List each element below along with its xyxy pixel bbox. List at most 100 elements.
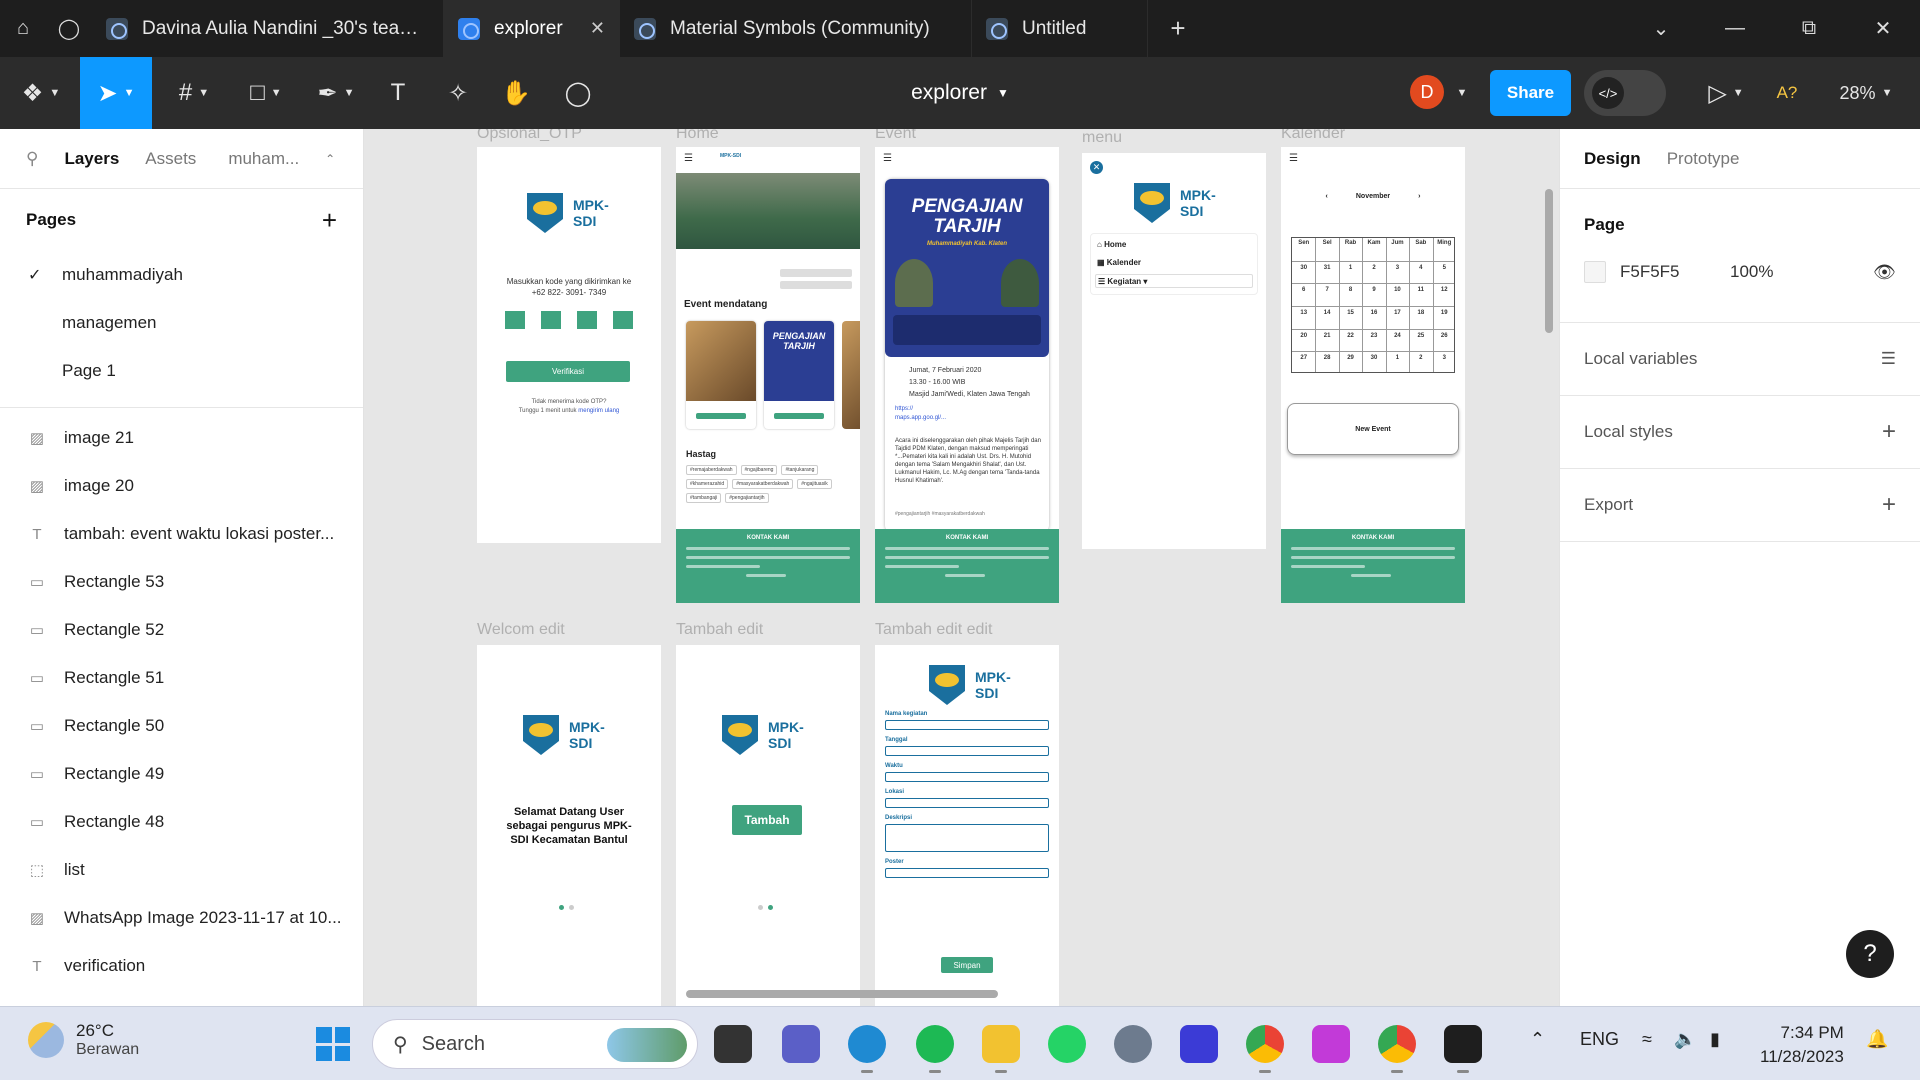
minimize-icon[interactable]: — [1698,0,1772,57]
form-input[interactable] [885,720,1049,730]
calendar-day[interactable]: 27 [1292,355,1315,361]
chrome-profile-icon[interactable] [1378,1025,1416,1073]
calendar-day[interactable]: 25 [1409,333,1432,339]
present-icon[interactable]: ▷ ▼ [1696,57,1756,129]
frame-otp[interactable]: MPK- SDI Masukkan kode yang dikirimkan k… [477,147,661,543]
tab-untitled[interactable]: Untitled [972,0,1148,57]
hashtag-chip[interactable]: #remajaberdakwah [686,465,737,475]
frame-label-otp[interactable]: Opsional_OTP [477,129,582,143]
close-window-icon[interactable]: ✕ [1846,0,1920,57]
frame-event[interactable]: ☰ PENGAJIAN TARJIH Muhammadiyah Kab. Kla… [875,147,1059,603]
accessibility-check[interactable]: A? [1768,57,1806,129]
tab-design[interactable]: Design [1584,149,1641,169]
hamburger-icon[interactable]: ☰ [684,153,693,164]
calendar-day[interactable]: 19 [1433,310,1456,316]
avatar[interactable]: D [1410,75,1444,109]
add-page-icon[interactable]: + [322,205,337,236]
hashtag-chip[interactable]: #pengajiantarjih [725,493,769,503]
add-export-icon[interactable]: + [1882,491,1896,519]
calendar-day[interactable]: 22 [1339,333,1362,339]
calendar-day[interactable]: 3 [1433,355,1456,361]
avatar-chevron-icon[interactable]: ▼ [1450,57,1474,129]
hashtag-chip[interactable]: #ngajituasik [797,479,832,489]
frame-welcome[interactable]: MPK- SDI Selamat Datang User sebagai pen… [477,645,661,1006]
calendar-day[interactable]: 24 [1386,333,1409,339]
layer-item[interactable]: ▨ WhatsApp Image 2023-11-17 at 10... [0,894,363,942]
calendar-day[interactable]: 28 [1315,355,1338,361]
layer-item[interactable]: ▭ Rectangle 53 [0,558,363,606]
calendar-day[interactable]: 2 [1409,355,1432,361]
start-icon[interactable] [316,1027,350,1061]
help-icon[interactable]: ? [1846,930,1894,978]
hand-tool-icon[interactable]: ✋ [494,57,538,129]
menu-item-kegiatan[interactable]: ☰ Kegiatan ▾ [1095,274,1253,288]
edge-icon[interactable] [848,1025,886,1073]
layer-item[interactable]: ⬚ list [0,846,363,894]
task-view-icon[interactable] [714,1025,752,1063]
battery-icon[interactable]: ▮ [1710,1029,1720,1050]
frame-tool-icon[interactable]: # ▼ [164,57,224,129]
calendar-day[interactable]: 26 [1433,333,1456,339]
resources-icon[interactable]: ✧ [436,57,480,129]
wps-office-icon[interactable] [1312,1025,1350,1063]
calendar-day[interactable]: 15 [1339,310,1362,316]
calendar-day[interactable]: 29 [1339,355,1362,361]
otp-inputs[interactable] [505,311,633,331]
layer-item[interactable]: ▨ image 21 [0,414,363,462]
file-explorer-icon[interactable] [982,1025,1020,1073]
canvas[interactable]: Opsional_OTP Home Event menu Kalender MP… [364,129,1559,1006]
page-item-managemen[interactable]: managemen [0,299,363,347]
event-card[interactable] [842,321,860,429]
calendar-day[interactable]: 14 [1315,310,1338,316]
chrome-icon[interactable] [1246,1025,1284,1073]
calendar-day[interactable]: 12 [1433,287,1456,293]
tray-overflow-icon[interactable]: ⌃ [1530,1029,1545,1050]
hashtag-chip[interactable]: #tanjukarang [781,465,819,475]
wifi-icon[interactable]: ≈ [1642,1029,1652,1050]
pen-tool-icon[interactable]: ✒ ▼ [306,57,366,129]
form-input[interactable] [885,772,1049,782]
calendar-day[interactable]: 17 [1386,310,1409,316]
calendar-day[interactable]: 1 [1386,355,1409,361]
layer-item[interactable]: Tverification [0,942,363,990]
page-switcher[interactable]: muham... [228,149,299,169]
frame-tambah[interactable]: MPK- SDI Tambah [676,645,860,1006]
variables-icon[interactable]: ☰ [1881,349,1896,369]
layer-item[interactable]: ▭ Rectangle 50 [0,702,363,750]
page-color-value[interactable]: F5F5F5 [1620,262,1730,282]
page-item-muhammadiyah[interactable]: ✓ muhammadiyah [0,251,363,299]
hamburger-icon[interactable]: ☰ [883,153,892,164]
calendar-day[interactable]: 10 [1386,287,1409,293]
calendar-day[interactable]: 7 [1315,287,1338,293]
move-tool-icon[interactable]: ➤ ▼ [80,57,152,129]
menu-item-kalender[interactable]: ▦ Kalender [1097,258,1141,267]
language-indicator[interactable]: ENG [1580,1029,1619,1050]
calendar-day[interactable]: 9 [1362,287,1385,293]
local-styles-label[interactable]: Local styles [1584,422,1673,442]
teams-chat-icon[interactable] [782,1025,820,1063]
frame-label-tambah-form[interactable]: Tambah edit edit [875,621,992,639]
page-opacity-value[interactable]: 100% [1730,262,1873,282]
form-input[interactable] [885,746,1049,756]
calendar-day[interactable]: 6 [1292,287,1315,293]
frame-label-tambah[interactable]: Tambah edit [676,621,763,639]
dev-mode-toggle[interactable]: </> [1584,70,1666,116]
event-card[interactable]: PENGAJIAN TARJIH [764,321,834,429]
settings-icon[interactable] [1114,1025,1152,1063]
vertical-scrollbar[interactable] [1545,189,1553,333]
search-icon[interactable]: ⚲ [26,149,38,169]
tabs-dropdown-icon[interactable]: ⌄ [1624,0,1698,57]
frame-tambah-form[interactable]: MPK- SDI Nama kegiatan Tanggal Waktu Lokasi… [875,645,1059,1006]
spotify-icon[interactable] [916,1025,954,1073]
pager-dot[interactable] [569,905,574,910]
calendar-day[interactable]: 21 [1315,333,1338,339]
calendar-day[interactable]: 5 [1433,265,1456,271]
frame-label-menu[interactable]: menu [1082,129,1122,147]
layer-item[interactable]: ▨ image 20 [0,462,363,510]
hamburger-icon[interactable]: ☰ [1289,153,1298,164]
form-input[interactable] [885,824,1049,852]
shape-tool-icon[interactable]: □ ▼ [236,57,296,129]
calendar-day[interactable]: 4 [1409,265,1432,271]
pager-dot[interactable] [758,905,763,910]
layer-item[interactable]: ▭ Rectangle 49 [0,750,363,798]
